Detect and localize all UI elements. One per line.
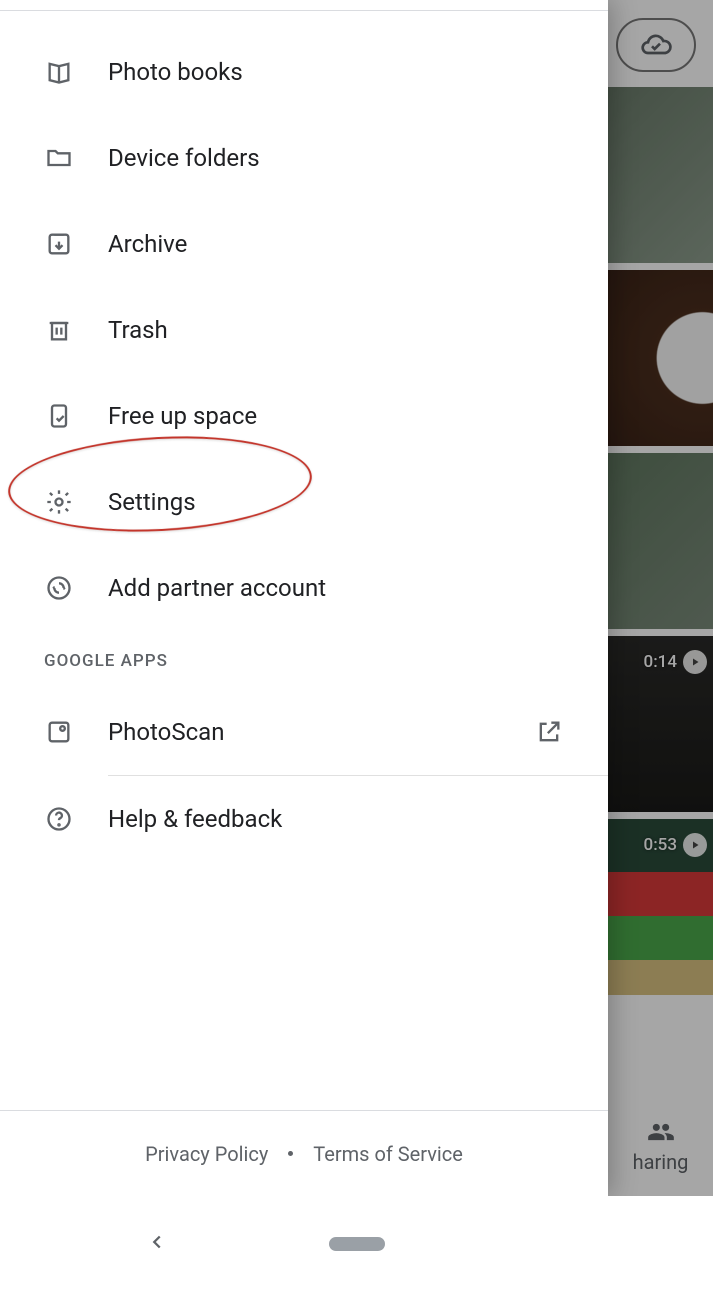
separator-dot bbox=[288, 1151, 293, 1156]
menu-item-settings[interactable]: Settings bbox=[0, 459, 608, 545]
photo-books-icon bbox=[44, 57, 74, 87]
menu-item-archive[interactable]: Archive bbox=[0, 201, 608, 287]
menu-item-label: Device folders bbox=[108, 144, 260, 172]
help-icon bbox=[44, 804, 74, 834]
navigation-drawer: Photo books Device folders Archive Trash bbox=[0, 0, 608, 1196]
menu-item-photoscan[interactable]: PhotoScan bbox=[0, 689, 608, 775]
menu-item-label: Settings bbox=[108, 488, 196, 516]
menu-item-device-folders[interactable]: Device folders bbox=[0, 115, 608, 201]
section-header-google-apps: GOOGLE APPS bbox=[0, 631, 608, 689]
drawer-footer: Privacy Policy Terms of Service bbox=[0, 1110, 608, 1196]
menu-item-trash[interactable]: Trash bbox=[0, 287, 608, 373]
archive-icon bbox=[44, 229, 74, 259]
menu-item-label: Trash bbox=[108, 316, 168, 344]
menu-item-add-partner-account[interactable]: Add partner account bbox=[0, 545, 608, 631]
menu-item-free-up-space[interactable]: Free up space bbox=[0, 373, 608, 459]
scrim bbox=[608, 0, 713, 1196]
divider bbox=[0, 0, 608, 11]
open-external-icon bbox=[534, 717, 564, 747]
menu-item-photo-books[interactable]: Photo books bbox=[0, 29, 608, 115]
terms-of-service-link[interactable]: Terms of Service bbox=[313, 1142, 463, 1166]
add-partner-icon bbox=[44, 573, 74, 603]
back-icon[interactable] bbox=[146, 1231, 168, 1257]
menu-item-label: Add partner account bbox=[108, 574, 326, 602]
folder-icon bbox=[44, 143, 74, 173]
trash-icon bbox=[44, 315, 74, 345]
menu-item-label: Help & feedback bbox=[108, 805, 282, 833]
menu-item-label: Photo books bbox=[108, 58, 243, 86]
menu-item-label: PhotoScan bbox=[108, 718, 224, 746]
gear-icon bbox=[44, 487, 74, 517]
menu-item-label: Archive bbox=[108, 230, 187, 258]
photoscan-icon bbox=[44, 717, 74, 747]
menu-item-help-feedback[interactable]: Help & feedback bbox=[0, 776, 608, 862]
privacy-policy-link[interactable]: Privacy Policy bbox=[145, 1142, 268, 1166]
home-gesture-pill[interactable] bbox=[329, 1237, 385, 1251]
free-up-space-icon bbox=[44, 401, 74, 431]
menu-item-label: Free up space bbox=[108, 402, 257, 430]
system-navigation-bar bbox=[0, 1196, 713, 1291]
